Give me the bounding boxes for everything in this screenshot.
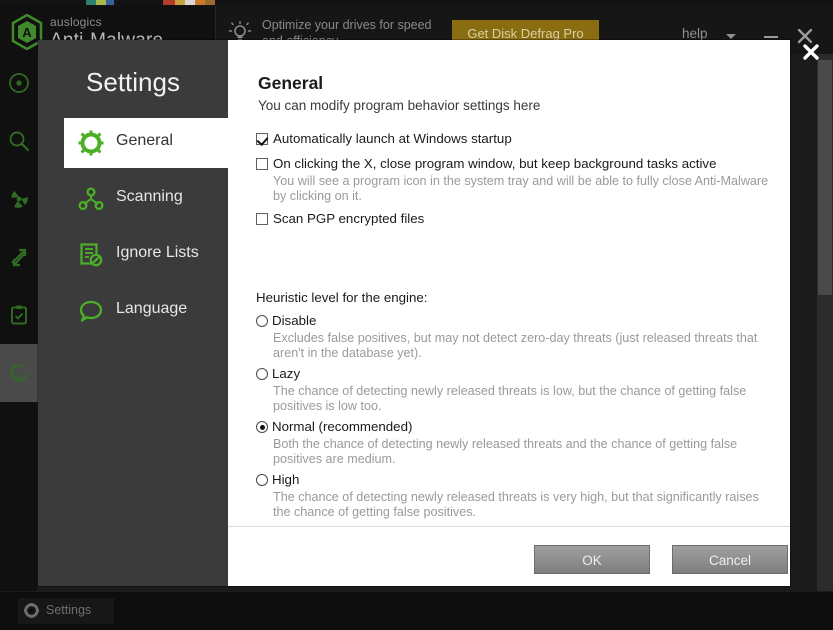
radio-label: Lazy [272,366,301,381]
checkbox-scan-pgp[interactable] [256,213,268,225]
radio-high[interactable] [256,474,268,486]
overview-icon [9,73,29,93]
checkbox-label: On clicking the X, close program window,… [273,156,717,171]
sidebar-item-label: General [116,132,173,149]
update-icon [10,364,28,382]
radio-disable[interactable] [256,315,268,327]
radio-label: Disable [272,313,317,328]
sidebar-item-label: Scanning [116,188,183,205]
nav-rail [0,54,38,591]
threats-icon [11,191,28,208]
footer-divider [228,526,790,527]
status-bar: Settings [0,591,833,630]
statusbar-settings-label: Settings [46,603,92,617]
app-window: A auslogics Anti-Malware Optimize your d… [0,0,833,630]
speech-bubble-icon [79,300,103,322]
heuristic-level-label: Heuristic level for the engine: [256,290,428,305]
settings-sidebar: Settings General Scanning Ignore Lists L… [38,40,228,586]
settings-dialog: Settings General Scanning Ignore Lists L… [38,40,819,586]
checkbox-label: Scan PGP encrypted files [273,211,425,226]
settings-title: Settings [86,67,180,97]
close-icon [803,44,819,60]
sidebar-item-scanning[interactable]: Scanning [64,174,228,224]
sidebar-item-label: Language [116,300,188,317]
ok-button[interactable]: OK [534,545,650,574]
sidebar-item-general[interactable]: General [64,118,228,168]
scan-icon [9,131,30,152]
page-subtitle: You can modify program behavior settings… [258,98,541,113]
radio-label: Normal (recommended) [272,419,413,434]
radio-label: High [272,472,300,487]
rail-item-reports[interactable] [0,286,38,344]
radio-description: The chance of detecting newly released t… [273,384,747,413]
chevron-down-icon [726,34,736,39]
radio-description: The chance of detecting newly released t… [273,490,759,519]
list-block-icon [80,243,103,267]
radio-lazy[interactable] [256,368,268,380]
radio-description: Excludes false positives, but may not de… [273,331,758,360]
svg-text:A: A [22,25,32,40]
checkbox-close-to-tray[interactable] [256,158,268,170]
radio-description: Both the chance of detecting newly relea… [273,437,738,466]
page-title: General [258,73,324,93]
help-label: help [682,26,708,41]
sidebar-item-label: Ignore Lists [116,244,199,261]
rail-item-scan[interactable] [0,112,38,170]
rail-item-update[interactable] [0,344,38,402]
statusbar-settings-button[interactable]: Settings [18,598,114,624]
gear-icon [24,603,39,618]
rail-item-overview[interactable] [0,54,38,112]
checkbox-autolaunch[interactable] [256,133,268,145]
content-scrollbar-thumb[interactable] [818,60,832,295]
settings-content: General You can modify program behavior … [228,40,790,586]
gear-icon [78,130,104,156]
sidebar-item-ignore-lists[interactable]: Ignore Lists [64,230,228,280]
checkbox-label: Automatically launch at Windows startup [273,131,512,146]
nodes-icon [78,187,104,211]
cancel-button[interactable]: Cancel [672,545,788,574]
tools-icon [11,248,27,267]
dialog-close-button[interactable] [796,37,826,67]
radio-normal[interactable] [256,421,268,433]
rail-item-threats[interactable] [0,170,38,228]
rail-item-tools[interactable] [0,228,38,286]
sidebar-item-language[interactable]: Language [64,286,228,336]
brand-small: auslogics [50,15,102,29]
reports-icon [11,305,27,325]
checkbox-note: You will see a program icon in the syste… [273,174,769,203]
